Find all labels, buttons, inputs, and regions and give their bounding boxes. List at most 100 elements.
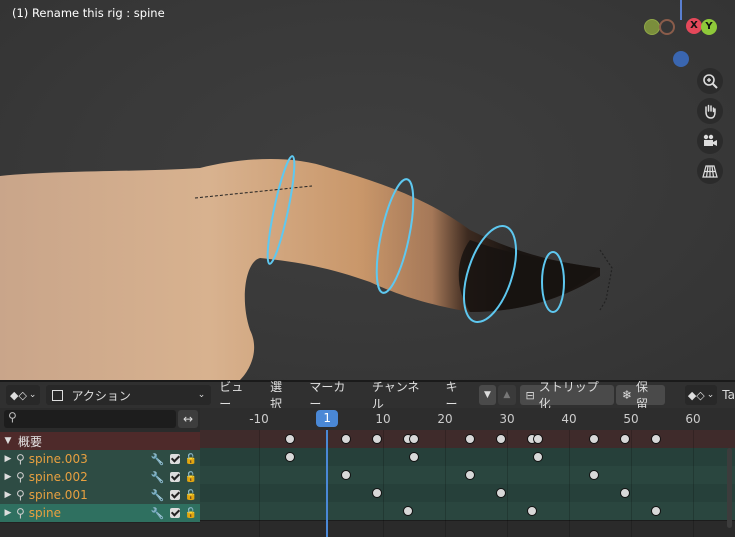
checkbox-icon[interactable] (169, 490, 180, 500)
gizmo-neg-x[interactable] (659, 19, 675, 35)
dope-sheet-editor[interactable]: ◆◇ ⌄ アクション ⌄ ビュー 選択 マーカー チャンネル キー ▼ ▲ ⊟ スト… (0, 380, 735, 537)
gizmo-x-axis[interactable]: X (686, 18, 702, 34)
keyframe-row[interactable] (200, 430, 735, 449)
keyframe[interactable] (619, 434, 630, 444)
channel-name: spine.002 (28, 470, 88, 484)
swap-arrows-icon: ↔ (182, 412, 194, 426)
wrench-icon[interactable]: 🔧 (151, 453, 165, 466)
wrench-icon[interactable]: 🔧 (151, 507, 165, 520)
triangle-down-icon: ▼ (483, 390, 491, 400)
keyframe[interactable] (402, 506, 413, 516)
bone-icon: ⚲ (16, 452, 25, 466)
strip-icon: ⊟ (525, 388, 535, 402)
keyframe[interactable] (285, 434, 295, 444)
keyframe[interactable] (409, 452, 419, 462)
truncated-menu[interactable]: Ta (722, 388, 735, 402)
channel-row[interactable]: ▶ ⚲ spine.003 🔧 🔓 (0, 450, 200, 469)
checkbox-icon[interactable] (169, 508, 180, 518)
bone-icon: ⚲ (16, 470, 25, 484)
current-frame-indicator[interactable]: 1 (316, 410, 339, 427)
channel-name: spine.003 (28, 452, 88, 466)
keyframe[interactable] (619, 488, 630, 498)
keyframe[interactable] (340, 470, 351, 480)
channel-name: spine (28, 506, 61, 520)
keyframe[interactable] (533, 434, 543, 444)
keyframe[interactable] (650, 434, 661, 444)
keyframe[interactable] (588, 470, 599, 480)
filter-button[interactable]: ◆◇ ⌄ (684, 385, 718, 405)
zoom-icon[interactable] (697, 68, 723, 94)
channel-row[interactable]: ▶ ⚲ spine.001 🔧 🔓 (0, 486, 200, 505)
playhead[interactable] (326, 430, 329, 537)
gizmo-y-axis[interactable]: Y (701, 19, 717, 35)
menu-key[interactable]: キー (438, 378, 477, 412)
stash-button[interactable]: ❄ 保留 (615, 380, 665, 411)
ruler-tick-label: 30 (499, 412, 515, 426)
search-input[interactable]: ⚲ (4, 410, 176, 428)
chevron-down-icon: ⌄ (197, 390, 206, 400)
grid-line (259, 430, 260, 537)
keyframe[interactable] (588, 434, 599, 444)
camera-icon[interactable] (697, 128, 723, 154)
gizmo-z-axis (680, 0, 682, 20)
keyframe[interactable] (464, 470, 475, 480)
gizmo-neg-y[interactable] (644, 19, 660, 35)
expand-right-icon[interactable]: ▶ (2, 490, 14, 500)
wrench-icon[interactable]: 🔧 (151, 489, 165, 502)
checkbox-icon[interactable] (169, 472, 180, 482)
up-arrow-button[interactable]: ▲ (498, 385, 516, 405)
keyframe-area[interactable]: -10 10 20 30 40 50 60 1 (200, 408, 735, 537)
dopesheet-icon: ◆◇ (10, 388, 27, 402)
checkbox-icon[interactable] (169, 454, 180, 464)
keyframe[interactable] (650, 506, 661, 516)
wrench-icon[interactable]: 🔧 (151, 471, 165, 484)
menu-marker[interactable]: マーカー (301, 378, 363, 412)
frame-ruler[interactable]: -10 10 20 30 40 50 60 (200, 408, 735, 430)
keyframe[interactable] (526, 506, 537, 516)
expand-right-icon[interactable]: ▶ (2, 472, 14, 482)
keyframe[interactable] (409, 434, 419, 444)
keyframe[interactable] (533, 452, 543, 462)
vertical-scrollbar[interactable] (727, 448, 732, 528)
perspective-grid-icon[interactable] (697, 158, 723, 184)
keyframe-row[interactable] (200, 484, 735, 503)
expand-right-icon[interactable]: ▶ (2, 508, 14, 518)
summary-row[interactable]: ▼ 概要 (0, 432, 200, 451)
keyframe[interactable] (371, 434, 382, 444)
editor-type-button[interactable]: ◆◇ ⌄ (6, 385, 41, 405)
lock-icon[interactable]: 🔓 (185, 472, 197, 483)
mode-select[interactable]: アクション ⌄ (46, 385, 212, 405)
menu-channel[interactable]: チャンネル (364, 378, 438, 412)
channel-row[interactable]: ▶ ⚲ spine.002 🔧 🔓 (0, 468, 200, 487)
lock-icon[interactable]: 🔓 (185, 508, 197, 519)
swap-button[interactable]: ↔ (178, 410, 198, 428)
3d-viewport[interactable]: (1) Rename this rig : spine X Y (0, 0, 735, 380)
keyframe[interactable] (464, 434, 475, 444)
scene-render (0, 155, 613, 380)
grid-line (693, 430, 694, 537)
keyframe[interactable] (340, 434, 351, 444)
keyframe[interactable] (285, 452, 295, 462)
ruler-tick-label: -10 (249, 412, 269, 426)
menu-view[interactable]: ビュー (211, 378, 262, 412)
keyframe[interactable] (495, 434, 506, 444)
menu-select[interactable]: 選択 (262, 378, 301, 412)
keyframe-row[interactable] (200, 448, 735, 467)
expand-right-icon[interactable]: ▶ (2, 454, 14, 464)
chevron-down-icon: ⌄ (28, 390, 37, 400)
expand-down-icon[interactable]: ▼ (2, 436, 14, 446)
channel-row[interactable]: ▶ ⚲ spine 🔧 🔓 (0, 504, 200, 523)
bone-icon: ⚲ (16, 488, 25, 502)
gizmo-neg-z[interactable] (673, 51, 689, 67)
ruler-tick-label: 40 (561, 412, 577, 426)
channel-name: spine.001 (28, 488, 88, 502)
push-down-button[interactable]: ⊟ ストリップ化 (519, 380, 614, 411)
lock-icon[interactable]: 🔓 (185, 490, 197, 501)
lock-icon[interactable]: 🔓 (185, 454, 197, 465)
down-arrow-button[interactable]: ▼ (478, 385, 497, 405)
keyframe-row[interactable] (200, 502, 735, 521)
hand-pan-icon[interactable] (697, 98, 723, 124)
keyframe-row[interactable] (200, 466, 735, 485)
keyframe[interactable] (495, 488, 506, 498)
keyframe[interactable] (371, 488, 382, 498)
